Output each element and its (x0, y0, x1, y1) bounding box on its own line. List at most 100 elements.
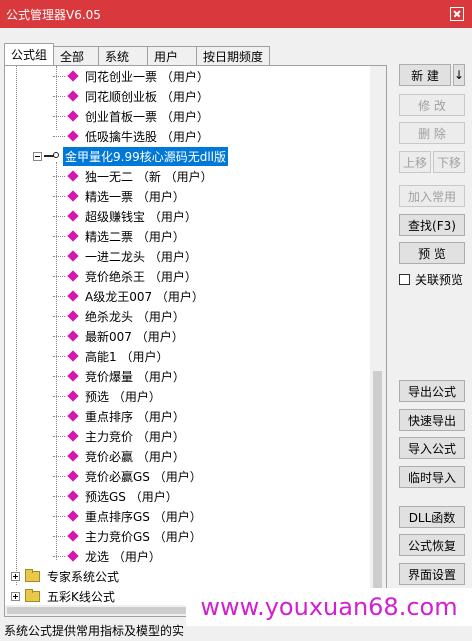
dll-functions-button[interactable]: DLL函数 (399, 506, 465, 528)
formula-item[interactable]: 预选GS （用户） (65, 486, 180, 506)
tree-connector (53, 256, 65, 257)
checkbox-box[interactable] (399, 274, 410, 285)
tree-connector (53, 316, 65, 317)
formula-item[interactable]: 竞价绝杀王 （用户） (65, 266, 199, 286)
tree-connector (53, 196, 65, 197)
tree-connector (53, 436, 65, 437)
formula-item[interactable]: 同花顺创业板 （用户） (65, 86, 211, 106)
tree-connector (53, 216, 65, 217)
window-title: 公式管理器V6.05 (6, 7, 101, 22)
formula-item[interactable]: 竞价必赢GS （用户） (65, 466, 204, 486)
folder-node[interactable]: 专家系统公式 (11, 566, 121, 586)
close-icon[interactable] (450, 7, 464, 21)
linked-preview-checkbox[interactable]: 关联预览 (399, 271, 463, 288)
formula-icon (67, 450, 79, 462)
tree-connector (53, 376, 65, 377)
folder-icon (25, 568, 40, 582)
tree-connector (53, 476, 65, 477)
tree-node-label: 竞价必赢GS （用户） (85, 469, 202, 484)
formula-item[interactable]: 最新007 （用户） (65, 326, 186, 346)
formula-item[interactable]: 竞价必赢 （用户） (65, 446, 187, 466)
tree-connector (53, 396, 65, 397)
add-to-common-button[interactable]: 加入常用 (399, 185, 465, 207)
tree-guide-line (16, 66, 17, 585)
tree-connector (53, 236, 65, 237)
formula-item[interactable]: 竞价爆量 （用户） (65, 366, 187, 386)
watermark: www.youxuan68.com (186, 588, 472, 626)
formula-icon (67, 510, 79, 522)
restore-formula-button[interactable]: 公式恢复 (399, 534, 465, 556)
formula-tree[interactable]: 同花创业一票 （用户） 同花顺创业板 （用户） 创业首板一票 （用户） 低吸擒牛选股 … (5, 66, 371, 606)
import-formula-button[interactable]: 导入公式 (399, 437, 465, 459)
formula-item[interactable]: 一进二龙头 （用户） (65, 246, 199, 266)
formula-icon (67, 210, 79, 222)
formula-icon (67, 90, 79, 102)
expand-icon[interactable] (11, 571, 20, 581)
tree-connector (53, 336, 65, 337)
formula-icon (67, 70, 79, 82)
tree-node-label: 竞价爆量 （用户） (85, 369, 185, 384)
tree-node-label: 龙选 （用户） (85, 549, 161, 564)
temp-import-button[interactable]: 临时导入 (399, 466, 465, 488)
tree-node-label: 高能1 （用户） (85, 349, 169, 364)
formula-icon (67, 430, 79, 442)
formula-icon (67, 170, 79, 182)
formula-icon (67, 330, 79, 342)
formula-icon (67, 410, 79, 422)
modify-button[interactable]: 修 改 (399, 94, 465, 116)
new-dropdown-button[interactable]: ↓ (453, 64, 465, 86)
formula-item[interactable]: 主力竞价GS （用户） (65, 526, 204, 546)
tab-user[interactable]: 用户 (147, 46, 197, 65)
formula-item[interactable]: 精选二票 （用户） (65, 226, 187, 246)
export-formula-button[interactable]: 导出公式 (399, 380, 465, 402)
formula-item[interactable]: 预选 （用户） (65, 386, 163, 406)
quick-export-button[interactable]: 快速导出 (399, 409, 465, 431)
formula-item[interactable]: 同花创业一票 （用户） (65, 66, 211, 86)
formula-item[interactable]: 精选一票 （用户） (65, 186, 187, 206)
formula-item[interactable]: 龙选 （用户） (65, 546, 163, 566)
preview-button[interactable]: 预 览 (399, 242, 465, 264)
formula-item[interactable]: 重点排序 （用户） (65, 406, 187, 426)
tab-by-date[interactable]: 按日期频度 (196, 46, 270, 65)
find-button[interactable]: 查找(F3) (399, 214, 465, 236)
tree-node-label: 五彩K线公式 (47, 589, 115, 604)
tree-node-label: 一进二龙头 （用户） (85, 249, 197, 264)
new-button[interactable]: 新 建 (399, 64, 451, 86)
move-down-button[interactable]: 下移 (433, 151, 465, 173)
tree-node-label: 超级赚钱宝 （用户） (85, 209, 197, 224)
formula-icon (67, 130, 79, 142)
tree-connector (53, 416, 65, 417)
formula-item[interactable]: 主力竞价 （用户） (65, 426, 187, 446)
tree-node-label: 绝杀龙头 （用户） (85, 309, 185, 324)
collapse-icon[interactable] (33, 151, 42, 161)
tree-node-label: 金甲量化9.99核心源码无dll版 (63, 146, 229, 166)
page-setup-button[interactable]: 界面设置 (399, 563, 465, 585)
tab-all[interactable]: 全部 (53, 46, 99, 65)
formula-item[interactable]: 低吸擒牛选股 （用户） (65, 126, 211, 146)
formula-icon (67, 390, 79, 402)
formula-group-node[interactable]: 金甲量化9.99核心源码无dll版 (33, 146, 229, 166)
tree-node-label: 低吸擒牛选股 （用户） (85, 129, 209, 144)
tab-formula-group[interactable]: 公式组 (4, 43, 54, 65)
tree-node-label: 竞价绝杀王 （用户） (85, 269, 197, 284)
tree-node-label: 精选二票 （用户） (85, 229, 185, 244)
move-up-button[interactable]: 上移 (399, 151, 431, 173)
formula-item[interactable]: 创业首板一票 （用户） (65, 106, 211, 126)
formula-icon (67, 270, 79, 282)
formula-item[interactable]: A级龙王007 （用户） (65, 286, 206, 306)
expand-icon[interactable] (11, 591, 20, 601)
tree-connector (53, 536, 65, 537)
delete-button[interactable]: 删 除 (399, 122, 465, 144)
formula-item[interactable]: 高能1 （用户） (65, 346, 170, 366)
vertical-scrollbar[interactable] (370, 66, 386, 606)
formula-icon (67, 190, 79, 202)
folder-node[interactable]: 五彩K线公式 (11, 586, 117, 606)
formula-item[interactable]: 超级赚钱宝 （用户） (65, 206, 199, 226)
vertical-scroll-thumb[interactable] (373, 371, 382, 606)
formula-item[interactable]: 绝杀龙头 （用户） (65, 306, 187, 326)
formula-item[interactable]: 独一无二 （新 （用户） (65, 166, 215, 186)
tree-connector (53, 496, 65, 497)
tree-node-label: 重点排序 （用户） (85, 409, 185, 424)
formula-item[interactable]: 重点排序GS （用户） (65, 506, 204, 526)
tab-system[interactable]: 系统 (98, 46, 148, 65)
